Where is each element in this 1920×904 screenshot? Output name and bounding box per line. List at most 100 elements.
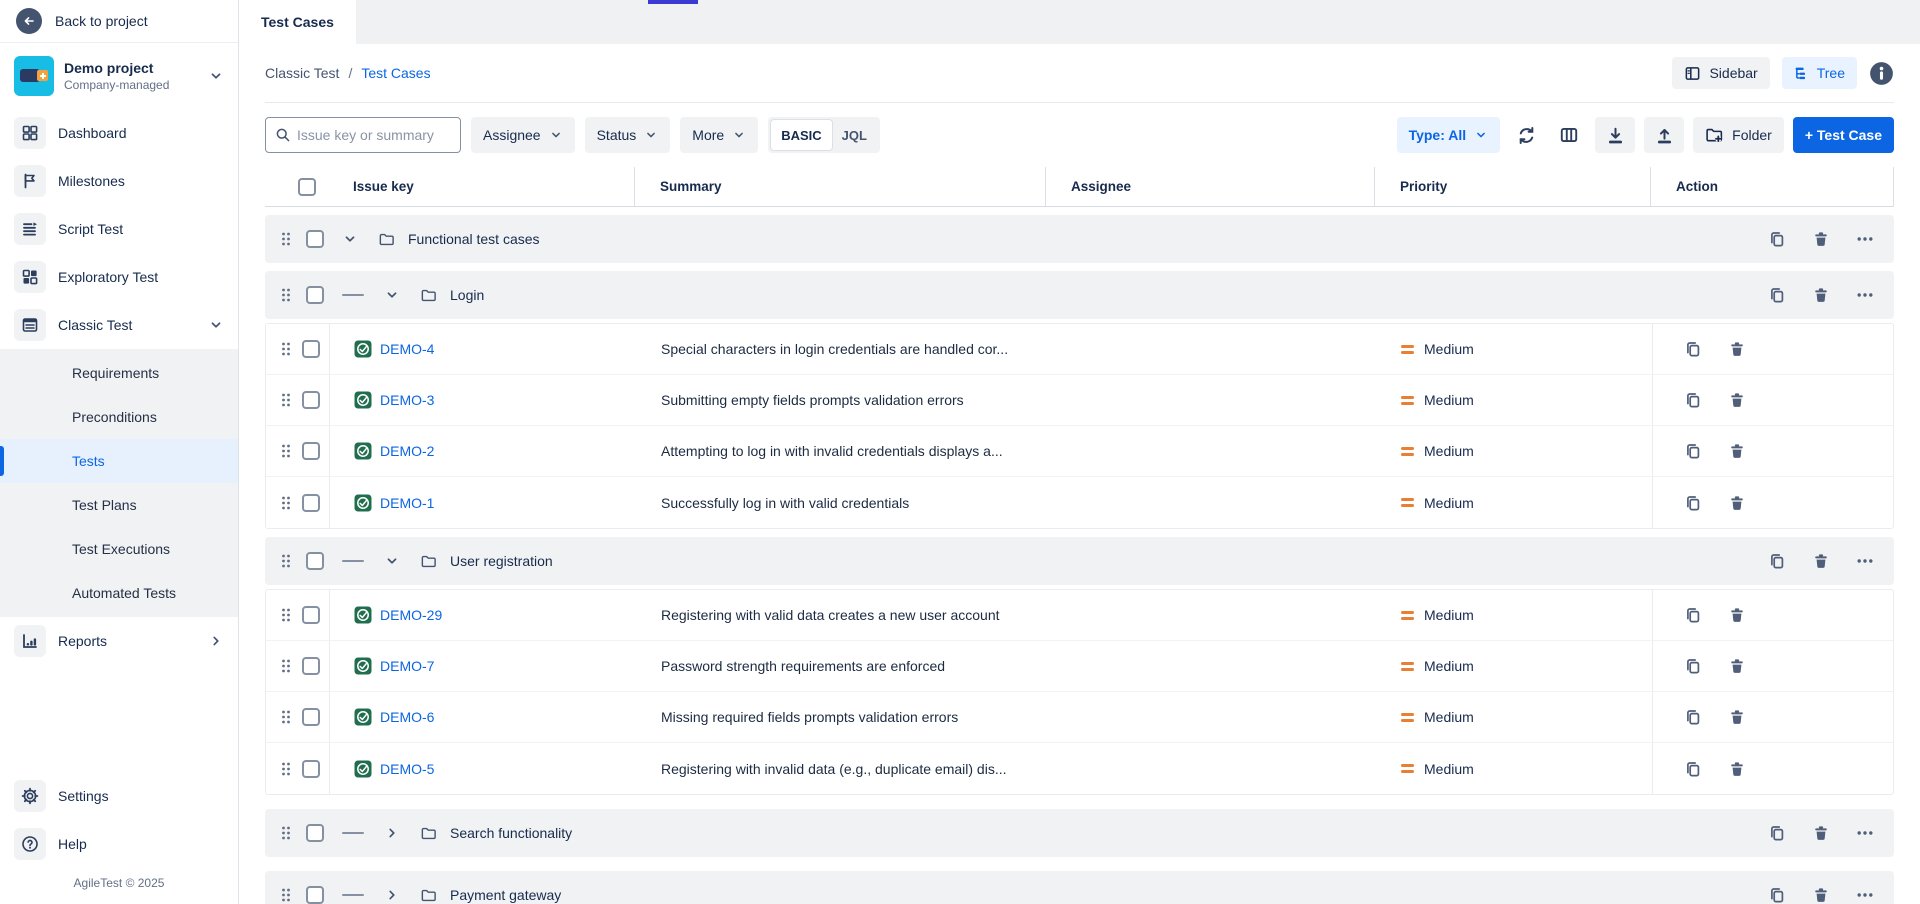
tab-test-cases[interactable]: Test Cases [239,0,356,44]
folder-row-search-functionality[interactable]: Search functionality [265,809,1894,857]
drag-handle-icon[interactable] [280,391,292,409]
drag-handle-icon[interactable] [280,708,292,726]
trash-icon[interactable] [1728,606,1746,624]
copy-icon[interactable] [1684,708,1702,726]
columns-button[interactable] [1552,118,1586,152]
type-filter-button[interactable]: Type: All [1397,117,1501,153]
sidebar-item-automated-tests[interactable]: Automated Tests [0,571,238,615]
tree-view-button[interactable]: Tree [1782,57,1857,89]
more-icon[interactable] [1856,824,1874,842]
trash-icon[interactable] [1728,708,1746,726]
folder-checkbox[interactable] [306,552,324,570]
select-all-checkbox[interactable] [298,178,316,196]
copy-icon[interactable] [1684,606,1702,624]
add-folder-button[interactable]: Folder [1693,117,1784,153]
chevron-down-icon[interactable] [342,231,358,247]
drag-handle-icon[interactable] [280,230,292,248]
copy-icon[interactable] [1684,494,1702,512]
sidebar-item-script-test[interactable]: Script Test [0,205,238,253]
chevron-down-icon[interactable] [384,287,400,303]
copy-icon[interactable] [1768,552,1786,570]
row-checkbox[interactable] [302,340,320,358]
basic-mode-tab[interactable]: BASIC [771,120,831,150]
refresh-button[interactable] [1509,118,1543,152]
folder-row-payment-gateway[interactable]: Payment gateway [265,871,1894,904]
sidebar-item-milestones[interactable]: Milestones [0,157,238,205]
sidebar-item-requirements[interactable]: Requirements [0,351,238,395]
drag-handle-icon[interactable] [280,442,292,460]
chevron-right-icon[interactable] [384,887,400,903]
sidebar-item-tests[interactable]: Tests [0,439,238,483]
sidebar-item-help[interactable]: Help [0,820,238,868]
trash-icon[interactable] [1728,494,1746,512]
assignee-filter-button[interactable]: Assignee [471,117,575,153]
trash-icon[interactable] [1812,886,1830,904]
export-button[interactable] [1644,117,1684,153]
more-icon[interactable] [1856,886,1874,904]
issue-key-link[interactable]: DEMO-29 [380,607,442,623]
folder-checkbox[interactable] [306,286,324,304]
status-filter-button[interactable]: Status [585,117,671,153]
copy-icon[interactable] [1684,442,1702,460]
row-checkbox[interactable] [302,442,320,460]
drag-handle-icon[interactable] [280,886,292,904]
issue-key-link[interactable]: DEMO-1 [380,495,434,511]
drag-handle-icon[interactable] [280,657,292,675]
folder-row-functional-test-cases[interactable]: Functional test cases [265,215,1894,263]
trash-icon[interactable] [1728,340,1746,358]
trash-icon[interactable] [1728,760,1746,778]
sidebar-item-settings[interactable]: Settings [0,772,238,820]
drag-handle-icon[interactable] [280,824,292,842]
drag-handle-icon[interactable] [280,494,292,512]
sidebar-item-test-executions[interactable]: Test Executions [0,527,238,571]
trash-icon[interactable] [1728,442,1746,460]
issue-key-link[interactable]: DEMO-4 [380,341,434,357]
more-icon[interactable] [1856,552,1874,570]
sidebar-item-exploratory-test[interactable]: Exploratory Test [0,253,238,301]
sidebar-item-reports[interactable]: Reports [0,617,238,665]
folder-checkbox[interactable] [306,230,324,248]
sidebar-view-button[interactable]: Sidebar [1672,57,1769,89]
issue-key-link[interactable]: DEMO-5 [380,761,434,777]
issue-key-link[interactable]: DEMO-7 [380,658,434,674]
row-checkbox[interactable] [302,606,320,624]
folder-checkbox[interactable] [306,824,324,842]
row-checkbox[interactable] [302,657,320,675]
drag-handle-icon[interactable] [280,552,292,570]
chevron-right-icon[interactable] [384,825,400,841]
trash-icon[interactable] [1728,657,1746,675]
copy-icon[interactable] [1684,657,1702,675]
row-checkbox[interactable] [302,760,320,778]
jql-mode-tab[interactable]: JQL [832,120,877,150]
folder-checkbox[interactable] [306,886,324,904]
copy-icon[interactable] [1768,286,1786,304]
trash-icon[interactable] [1812,286,1830,304]
issue-key-link[interactable]: DEMO-3 [380,392,434,408]
breadcrumb-parent[interactable]: Classic Test [265,65,339,81]
folder-row-login[interactable]: Login [265,271,1894,319]
trash-icon[interactable] [1812,824,1830,842]
chevron-down-icon[interactable] [384,553,400,569]
trash-icon[interactable] [1812,552,1830,570]
copy-icon[interactable] [1684,391,1702,409]
add-test-case-button[interactable]: + Test Case [1793,117,1894,153]
more-icon[interactable] [1856,230,1874,248]
copy-icon[interactable] [1768,886,1786,904]
issue-key-link[interactable]: DEMO-2 [380,443,434,459]
copy-icon[interactable] [1768,824,1786,842]
drag-handle-icon[interactable] [280,340,292,358]
drag-handle-icon[interactable] [280,286,292,304]
sidebar-item-preconditions[interactable]: Preconditions [0,395,238,439]
back-to-project[interactable]: Back to project [0,0,238,43]
copy-icon[interactable] [1684,760,1702,778]
row-checkbox[interactable] [302,391,320,409]
search-input[interactable] [297,127,451,143]
row-checkbox[interactable] [302,708,320,726]
project-switcher[interactable]: Demo project Company-managed [0,43,238,105]
drag-handle-icon[interactable] [280,606,292,624]
sidebar-item-classic-test[interactable]: Classic Test [0,301,238,349]
trash-icon[interactable] [1812,230,1830,248]
breadcrumb-current[interactable]: Test Cases [361,65,430,81]
issue-key-link[interactable]: DEMO-6 [380,709,434,725]
drag-handle-icon[interactable] [280,760,292,778]
